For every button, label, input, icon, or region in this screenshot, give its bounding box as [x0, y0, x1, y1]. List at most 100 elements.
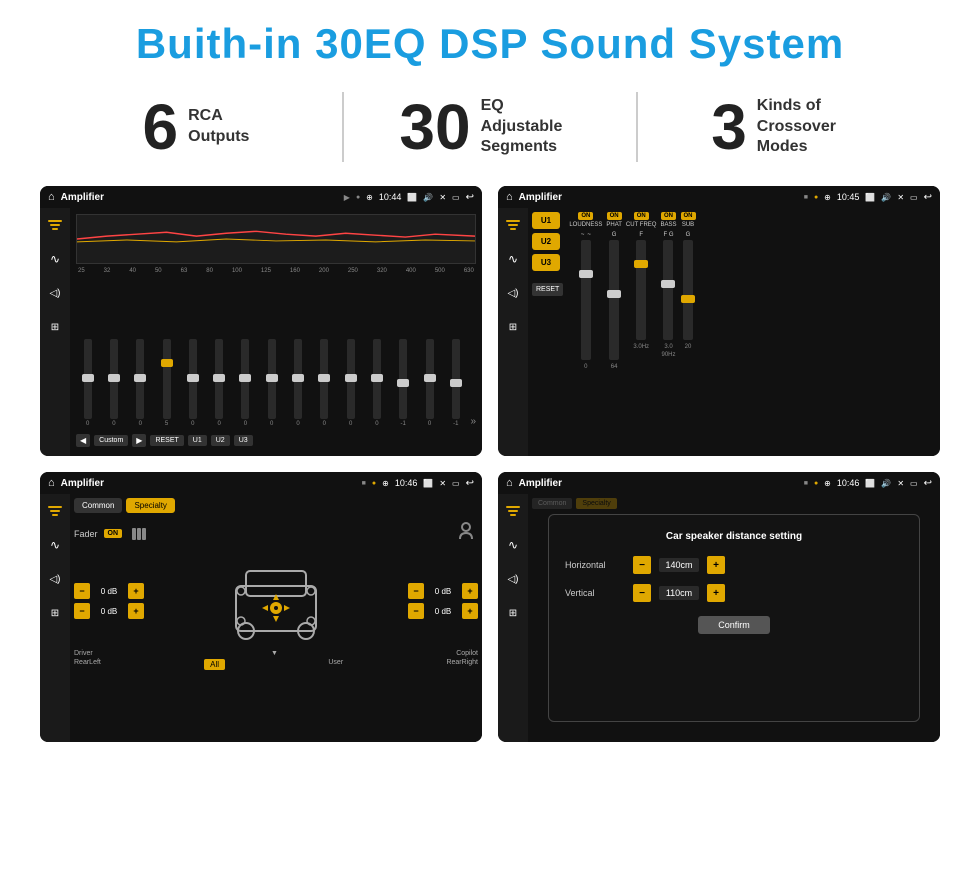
- amp-icon-expand[interactable]: ⊞: [504, 318, 522, 336]
- cross-icon-filter[interactable]: [46, 502, 64, 520]
- eq-slider-5[interactable]: 0: [207, 339, 230, 427]
- cross-icon-speaker[interactable]: ◁): [46, 570, 64, 588]
- cross-plus-1[interactable]: +: [128, 583, 144, 599]
- eq-scroll-right[interactable]: »: [470, 416, 476, 427]
- amp-preset-u1[interactable]: U1: [532, 212, 560, 229]
- win-icon-4: ▭: [910, 479, 918, 488]
- location-icon-2: ⊕: [824, 193, 831, 202]
- eq-slider-10[interactable]: 0: [339, 339, 362, 427]
- back-icon-3[interactable]: ↩: [466, 478, 474, 489]
- amp-slider-sub[interactable]: [683, 240, 693, 340]
- amp-reset-btn[interactable]: RESET: [532, 283, 563, 296]
- eq-slider-9[interactable]: 0: [313, 339, 336, 427]
- dialog-horizontal-value: 140cm: [659, 558, 699, 572]
- eq-slider-13[interactable]: 0: [418, 339, 441, 427]
- cross-tab-specialty[interactable]: Specialty: [126, 498, 174, 513]
- home-icon-1[interactable]: ⌂: [48, 191, 55, 203]
- dialog-vertical-minus[interactable]: −: [633, 584, 651, 602]
- cross-minus-4[interactable]: −: [408, 603, 424, 619]
- eq-bottom-bar: ◀ Custom ▶ RESET U1 U2 U3: [76, 431, 476, 450]
- back-icon-1[interactable]: ↩: [466, 192, 474, 203]
- eq-slider-4[interactable]: 0: [181, 339, 204, 427]
- amp-icon-speaker[interactable]: ◁): [504, 284, 522, 302]
- cross-btn-all[interactable]: All: [204, 659, 225, 670]
- stat-label-crossover-2: Crossover Modes: [757, 117, 857, 159]
- screen4-title: Amplifier: [519, 478, 798, 489]
- home-icon-4[interactable]: ⌂: [506, 477, 513, 489]
- bullet-icon-4b: ●: [814, 480, 818, 487]
- amp-on-phat[interactable]: ON: [607, 212, 622, 220]
- amp-slider-bass[interactable]: [663, 240, 673, 340]
- cross-minus-2[interactable]: −: [74, 603, 90, 619]
- cross-on-badge[interactable]: ON: [104, 529, 123, 538]
- cross-person-icon[interactable]: [454, 519, 478, 548]
- eq-sidebar-icons: ∿ ◁) ⊞: [40, 208, 70, 456]
- eq-u3-btn[interactable]: U3: [234, 435, 253, 446]
- amp-main-content: U1 U2 U3 RESET ON LOUDNESS ~ ~: [528, 208, 940, 456]
- dialog-confirm-btn[interactable]: Confirm: [698, 616, 770, 634]
- amp-slider-cutfreq[interactable]: [636, 240, 646, 340]
- dialog-vertical-plus[interactable]: +: [707, 584, 725, 602]
- cross-plus-4[interactable]: +: [462, 603, 478, 619]
- eq-slider-11[interactable]: 0: [365, 339, 388, 427]
- back-icon-4[interactable]: ↩: [924, 478, 932, 489]
- amp-slider-loudness[interactable]: [581, 240, 591, 360]
- dialog-horizontal-plus[interactable]: +: [707, 556, 725, 574]
- home-icon-2[interactable]: ⌂: [506, 191, 513, 203]
- dist-icon-expand[interactable]: ⊞: [504, 604, 522, 622]
- eq-icon-filter[interactable]: [46, 216, 64, 234]
- eq-screen-content: ∿ ◁) ⊞ 25 32 40 50: [40, 208, 482, 456]
- cross-tab-common[interactable]: Common: [74, 498, 122, 513]
- eq-slider-12[interactable]: -1: [392, 339, 415, 427]
- dist-icon-speaker[interactable]: ◁): [504, 570, 522, 588]
- freq-200: 200: [319, 268, 329, 274]
- dist-icon-wave[interactable]: ∿: [504, 536, 522, 554]
- amp-preset-u2[interactable]: U2: [532, 233, 560, 250]
- amp-preset-u3[interactable]: U3: [532, 254, 560, 271]
- dialog-horizontal-minus[interactable]: −: [633, 556, 651, 574]
- amp-control-loudness: ON LOUDNESS ~ ~ 0: [569, 212, 602, 452]
- eq-slider-8[interactable]: 0: [286, 339, 309, 427]
- eq-slider-0[interactable]: 0: [76, 339, 99, 427]
- eq-play-btn[interactable]: ▶: [132, 434, 146, 447]
- eq-icon-speaker[interactable]: ◁): [46, 284, 64, 302]
- eq-prev-btn[interactable]: ◀: [76, 434, 90, 447]
- eq-slider-6[interactable]: 0: [234, 339, 257, 427]
- cross-plus-3[interactable]: +: [462, 583, 478, 599]
- x-icon-1: ✕: [439, 193, 446, 202]
- freq-250: 250: [348, 268, 358, 274]
- cross-db-val-4: 0 dB: [428, 607, 458, 616]
- eq-icon-wave[interactable]: ∿: [46, 250, 64, 268]
- amp-on-cutfreq[interactable]: ON: [634, 212, 649, 220]
- eq-u2-btn[interactable]: U2: [211, 435, 230, 446]
- amp-icon-filter[interactable]: [504, 216, 522, 234]
- cross-db-val-2: 0 dB: [94, 607, 124, 616]
- amp-icon-wave[interactable]: ∿: [504, 250, 522, 268]
- cross-minus-1[interactable]: −: [74, 583, 90, 599]
- eq-slider-1[interactable]: 0: [102, 339, 125, 427]
- eq-sliders: 0 0 0 5: [76, 278, 476, 431]
- amp-on-sub[interactable]: ON: [681, 212, 696, 220]
- eq-reset-btn[interactable]: RESET: [150, 435, 183, 446]
- eq-slider-3[interactable]: 5: [155, 339, 178, 427]
- back-icon-2[interactable]: ↩: [924, 192, 932, 203]
- amp-slider-phat[interactable]: [609, 240, 619, 360]
- cross-label-down[interactable]: ▼: [271, 650, 278, 657]
- eq-slider-14[interactable]: -1: [444, 339, 467, 427]
- cross-db-row-4: − 0 dB +: [408, 603, 478, 619]
- eq-icon-expand[interactable]: ⊞: [46, 318, 64, 336]
- eq-slider-7[interactable]: 0: [260, 339, 283, 427]
- freq-125: 125: [261, 268, 271, 274]
- cross-minus-3[interactable]: −: [408, 583, 424, 599]
- amp-on-loudness[interactable]: ON: [578, 212, 593, 220]
- home-icon-3[interactable]: ⌂: [48, 477, 55, 489]
- stat-number-eq: 30: [399, 95, 470, 159]
- dist-icon-filter[interactable]: [504, 502, 522, 520]
- cross-icon-wave[interactable]: ∿: [46, 536, 64, 554]
- amp-on-bass[interactable]: ON: [661, 212, 676, 220]
- eq-u1-btn[interactable]: U1: [188, 435, 207, 446]
- cross-plus-2[interactable]: +: [128, 603, 144, 619]
- cross-icon-expand[interactable]: ⊞: [46, 604, 64, 622]
- eq-slider-2[interactable]: 0: [129, 339, 152, 427]
- amp-presets: U1 U2 U3 RESET: [532, 212, 563, 452]
